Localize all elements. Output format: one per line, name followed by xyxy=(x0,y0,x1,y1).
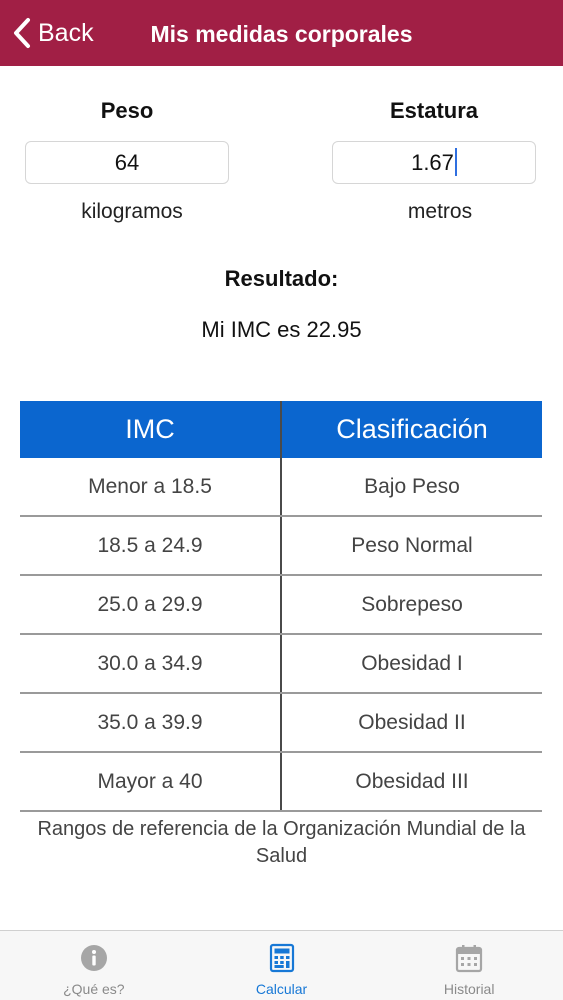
table-cell-range: Menor a 18.5 xyxy=(88,475,212,498)
info-icon xyxy=(80,945,107,971)
table-cell-class: Peso Normal xyxy=(280,517,542,574)
bmi-result: Mi IMC es 22.95 xyxy=(201,317,362,342)
result-title: Resultado: xyxy=(224,266,339,291)
table-row: 35.0 a 39.9 Obesidad II xyxy=(20,694,542,753)
calendar-icon xyxy=(456,945,483,973)
table-row: Mayor a 40 Obesidad III xyxy=(20,753,542,812)
height-unit: metros xyxy=(407,200,473,223)
table-row: Menor a 18.5 Bajo Peso xyxy=(20,458,542,517)
table-cell-class: Obesidad I xyxy=(280,635,542,692)
height-label: Estatura xyxy=(389,98,479,123)
tab-calcular[interactable]: Calcular xyxy=(188,931,376,1000)
weight-unit: kilogramos xyxy=(81,200,183,223)
table-cell-class: Obesidad II xyxy=(280,694,542,751)
table-header: IMC Clasificación xyxy=(20,401,542,458)
weight-input[interactable]: 64 xyxy=(25,141,229,184)
reference-note: Rangos de referencia de la Organización … xyxy=(37,818,526,867)
bmi-reference-table: IMC Clasificación Menor a 18.5 Bajo Peso… xyxy=(20,401,542,812)
tab-label: ¿Qué es? xyxy=(63,981,125,997)
table-cell-range: 18.5 a 24.9 xyxy=(97,534,203,557)
header-imc: IMC xyxy=(125,414,175,444)
text-cursor xyxy=(454,148,457,177)
weight-label: Peso xyxy=(100,98,154,123)
table-cell-range: 25.0 a 29.9 xyxy=(97,593,203,616)
table-cell-range: Mayor a 40 xyxy=(97,770,203,793)
table-cell-range: 35.0 a 39.9 xyxy=(97,711,203,734)
tab-label: Calcular xyxy=(255,981,308,997)
tab-que-es[interactable]: ¿Qué es? xyxy=(0,931,188,1000)
table-row: 25.0 a 29.9 Sobrepeso xyxy=(20,576,542,635)
page-title: Mis medidas corporales xyxy=(150,21,413,47)
nav-bar: Back Mis medidas corporales xyxy=(0,0,563,66)
table-row: 18.5 a 24.9 Peso Normal xyxy=(20,517,542,576)
tab-label: Historial xyxy=(443,981,495,997)
table-cell-class: Sobrepeso xyxy=(280,576,542,633)
table-cell-range: 30.0 a 34.9 xyxy=(97,652,203,675)
height-input[interactable]: 1.67 xyxy=(332,141,536,184)
table-cell-class: Obesidad III xyxy=(280,753,542,810)
tab-historial[interactable]: Historial xyxy=(375,931,563,1000)
calculator-icon xyxy=(269,943,294,973)
header-clasificacion: Clasificación xyxy=(280,401,542,458)
table-cell-class: Bajo Peso xyxy=(280,458,542,515)
tab-bar: ¿Qué es? Calcular Historial xyxy=(0,930,563,1000)
table-row: 30.0 a 34.9 Obesidad I xyxy=(20,635,542,694)
